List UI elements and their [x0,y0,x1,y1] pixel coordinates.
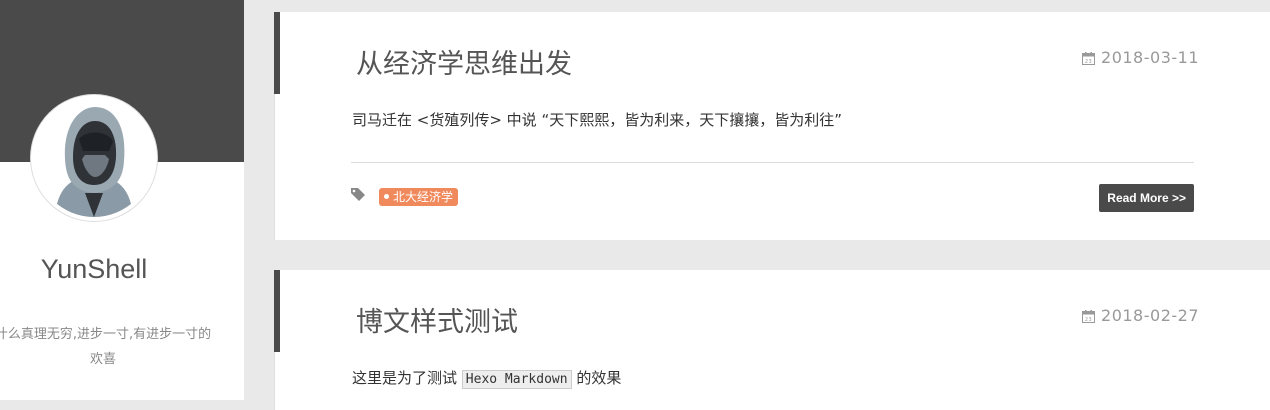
calendar-icon: 23 [1082,308,1096,327]
post-date: 23 2018-02-27 [1082,306,1199,327]
tag-icon [351,187,367,206]
post-card: 博文样式测试 23 2018-02-27 这里是为了测试 Hexo Markdo… [274,270,1270,410]
sidebar: YunShell 什么真理无穷,进步一寸,有进步一寸的欢喜 [0,0,244,400]
excerpt-text: 这里是为了测试 [352,369,458,387]
inline-code: Hexo Markdown [461,370,572,389]
divider [351,162,1194,163]
post-card: 从经济学思维出发 23 2018-03-11 司马迁在 <货殖列传> 中说 “天… [274,12,1270,240]
avatar-image [35,99,153,217]
calendar-icon: 23 [1082,50,1096,69]
svg-text:23: 23 [1085,59,1092,65]
svg-text:23: 23 [1085,317,1092,323]
post-excerpt: 这里是为了测试 Hexo Markdown 的效果 [352,367,622,389]
post-date: 23 2018-03-11 [1082,48,1199,69]
read-more-button[interactable]: Read More >> [1099,184,1194,212]
post-date-text: 2018-02-27 [1101,306,1199,325]
excerpt-text: 的效果 [576,369,622,387]
post-accent-bar [274,270,280,352]
site-name[interactable]: YunShell [0,254,188,285]
post-title[interactable]: 博文样式测试 [356,300,518,339]
avatar[interactable] [31,95,157,221]
site-motto: 什么真理无穷,进步一寸,有进步一寸的欢喜 [0,327,212,367]
post-date-text: 2018-03-11 [1101,48,1199,67]
post-accent-bar [274,12,280,94]
post-excerpt: 司马迁在 <货殖列传> 中说 “天下熙熙，皆为利来，天下攘攘，皆为利往” [352,111,842,129]
post-title[interactable]: 从经济学思维出发 [356,42,572,81]
tag-chip[interactable]: 北大经济学 [379,188,459,206]
